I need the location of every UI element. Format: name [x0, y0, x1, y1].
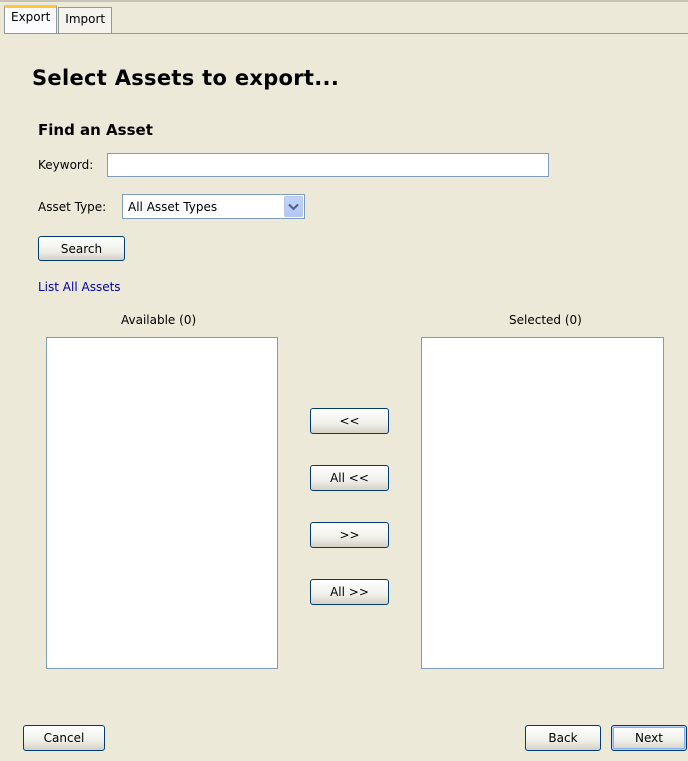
add-button[interactable]: >>	[310, 522, 389, 548]
available-list-label: Available (0)	[121, 313, 197, 327]
cancel-button[interactable]: Cancel	[23, 725, 105, 751]
selected-list-label: Selected (0)	[509, 313, 582, 327]
page-title: Select Assets to export...	[32, 66, 340, 90]
top-divider	[0, 0, 688, 2]
back-button[interactable]: Back	[525, 725, 601, 751]
tab-panel-border	[4, 33, 688, 34]
search-button[interactable]: Search	[38, 236, 125, 261]
remove-all-button[interactable]: All <<	[310, 465, 389, 491]
keyword-label: Keyword:	[38, 158, 94, 172]
list-all-assets-link[interactable]: List All Assets	[38, 280, 121, 294]
chevron-down-icon[interactable]	[284, 196, 303, 217]
add-all-button[interactable]: All >>	[310, 579, 389, 605]
available-assets-list[interactable]	[46, 337, 278, 669]
tab-export[interactable]: Export	[4, 5, 58, 33]
export-import-dialog: Export Import Select Assets to export...…	[0, 0, 688, 761]
remove-button[interactable]: <<	[310, 408, 389, 434]
next-button[interactable]: Next	[611, 725, 687, 751]
asset-type-select[interactable]: All Asset Types	[122, 194, 305, 219]
asset-type-selected-value: All Asset Types	[128, 199, 218, 214]
keyword-input[interactable]	[107, 153, 549, 177]
find-asset-heading: Find an Asset	[38, 121, 153, 139]
tab-import[interactable]: Import	[58, 7, 113, 33]
asset-type-label: Asset Type:	[38, 200, 107, 214]
selected-assets-list[interactable]	[421, 337, 664, 669]
tab-bar: Export Import	[4, 5, 113, 33]
